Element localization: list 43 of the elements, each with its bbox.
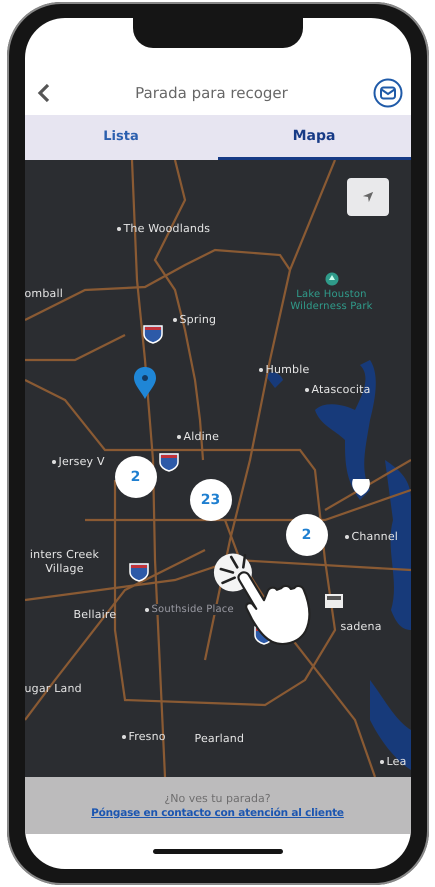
place-dot-icon: [172, 318, 176, 322]
cluster-marker[interactable]: 2: [286, 514, 328, 556]
map-place-label: Bellaire: [74, 608, 116, 621]
place-dot-icon: [116, 226, 120, 230]
place-dot-icon: [344, 534, 348, 538]
map-place-label: Southside Place: [152, 604, 234, 615]
map-place-label: The Woodlands: [124, 222, 210, 235]
map-place-label: Pearland: [194, 732, 244, 745]
map-place-label: inters Creek Village: [28, 548, 100, 576]
help-prompt: ¿No ves tu parada?: [164, 792, 271, 805]
navigation-arrow-icon: [362, 191, 374, 203]
cluster-marker[interactable]: 2: [114, 456, 156, 498]
locate-button[interactable]: [346, 178, 388, 216]
back-chevron-icon[interactable]: [36, 82, 50, 102]
park-icon: [324, 272, 338, 286]
map-place-label: Aldine: [184, 430, 220, 443]
cluster-marker[interactable]: 23: [190, 479, 232, 521]
map-place-label: Channel: [352, 530, 398, 543]
location-pin-icon[interactable]: [132, 366, 156, 400]
map-place-label: ugar Land: [24, 682, 82, 695]
place-dot-icon: [258, 368, 262, 372]
place-dot-icon: [144, 608, 148, 612]
screen-title: Parada para recoger: [135, 84, 288, 102]
mail-icon[interactable]: [372, 78, 402, 108]
map-place-label: Lake Houston Wilderness Park: [289, 289, 374, 313]
map-place-label: Lea: [386, 755, 407, 768]
pond-area: [264, 372, 282, 388]
map-place-label: Spring: [180, 313, 216, 326]
place-dot-icon: [380, 760, 384, 764]
map-place-label: sadena: [340, 620, 382, 633]
map-place-label: Fresno: [128, 730, 166, 743]
tab[interactable]: Lista: [24, 115, 218, 160]
map-place-label: Humble: [266, 363, 310, 376]
map-place-label: Jersey V: [58, 455, 105, 468]
map-place-label: omball: [24, 287, 63, 300]
map[interactable]: The Woodlands omball Lake Houston Wilderness Park Spring Humble Atascocita Aldine Jersey V Channel inters Creek Village Bellaire Southside Place sadena ugar Land Fresno Pearland Lea 2 23 2: [24, 160, 410, 777]
place-dot-icon: [122, 734, 126, 738]
place-dot-icon: [304, 388, 308, 392]
map-place-label: Atascocita: [312, 383, 371, 396]
highway-shield-icon: [350, 476, 372, 498]
place-dot-icon: [52, 460, 56, 464]
place-dot-icon: [176, 434, 180, 438]
customer-service-link[interactable]: Póngase en contacto con atención al cliente: [91, 807, 344, 819]
